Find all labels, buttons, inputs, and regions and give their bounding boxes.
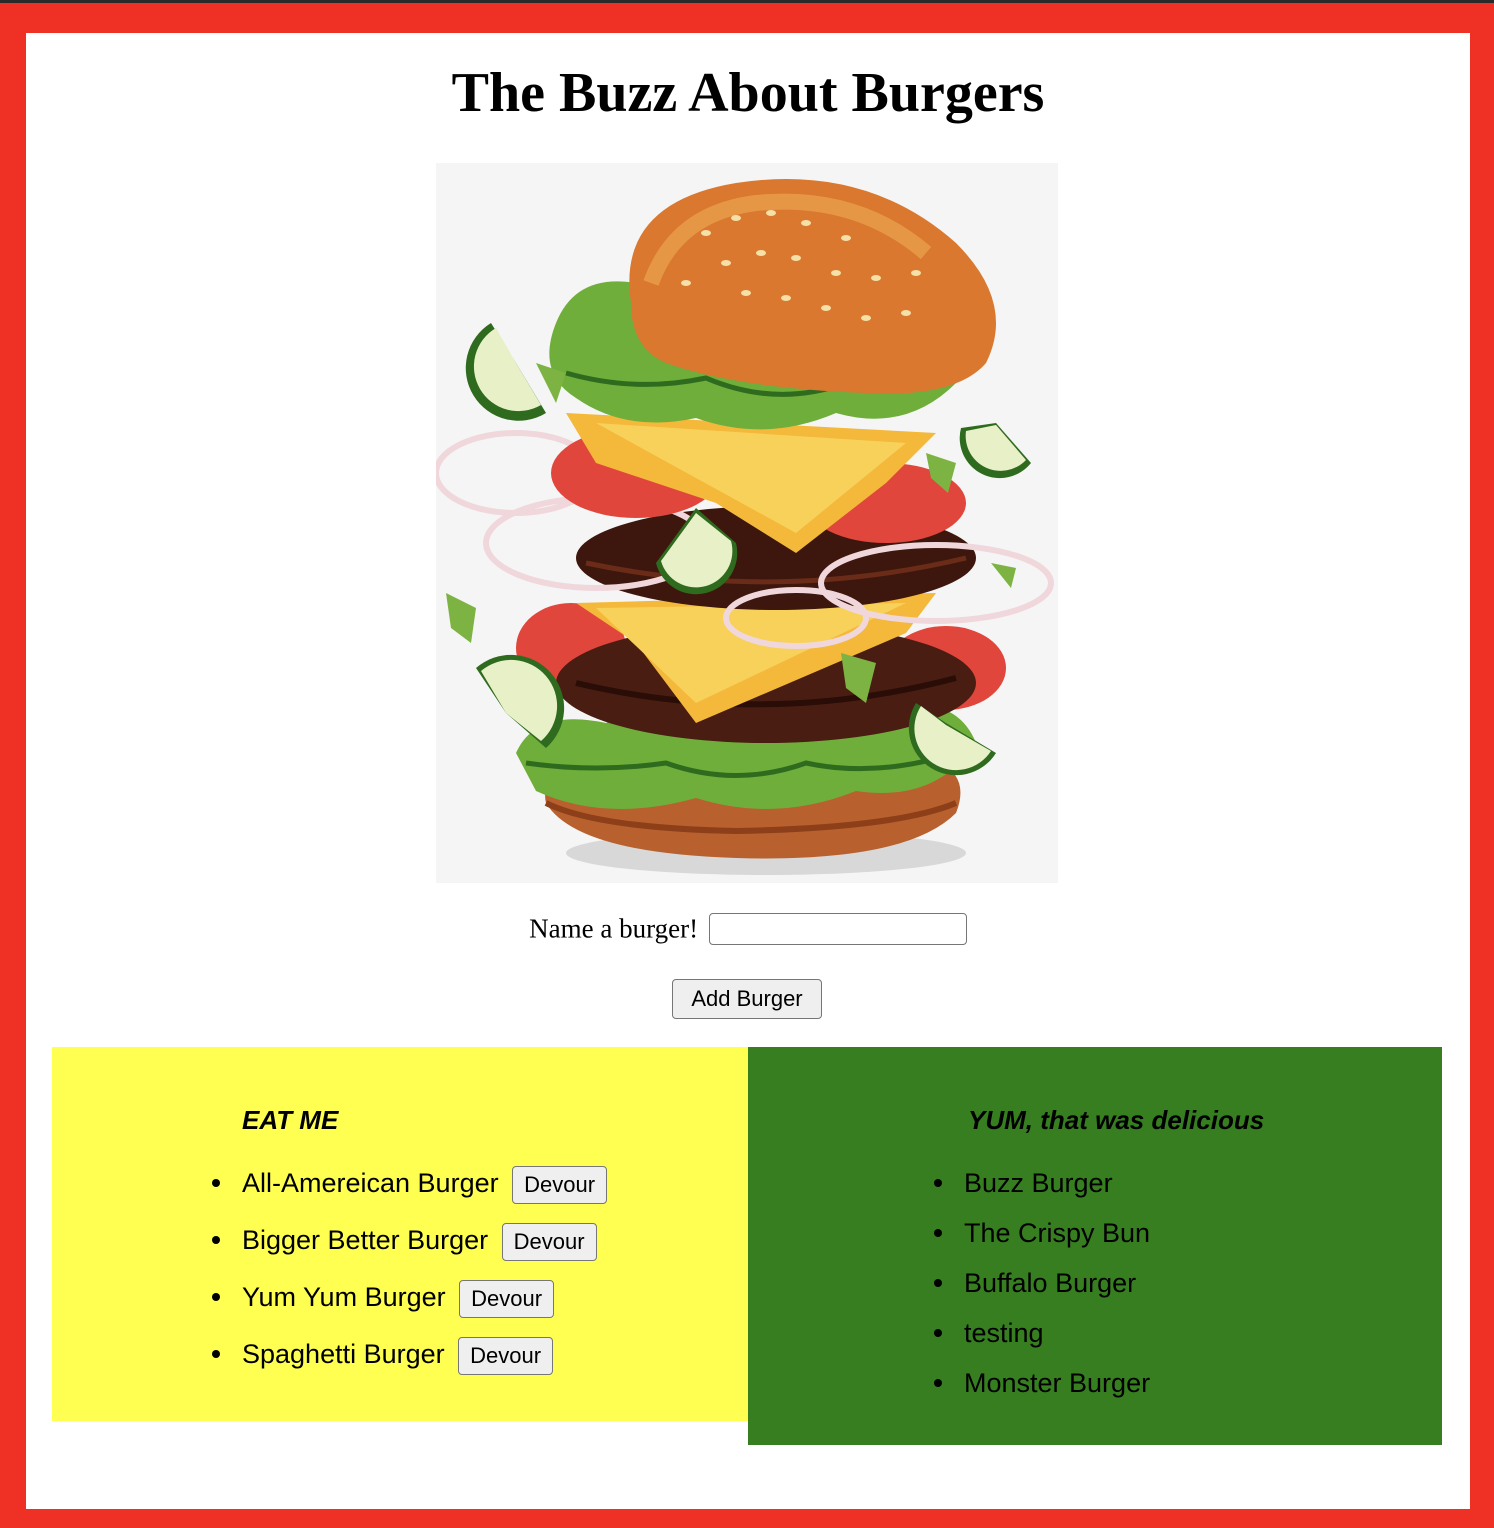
list-item: Spaghetti Burger Devour bbox=[212, 1334, 607, 1391]
burger-name: Yum Yum Burger bbox=[242, 1282, 446, 1312]
page-title: The Buzz About Burgers bbox=[451, 62, 1045, 124]
burger-form: Name a burger! bbox=[26, 911, 1470, 945]
devour-button[interactable]: Devour bbox=[458, 1336, 554, 1375]
burger-name: Buzz Burger bbox=[964, 1168, 1113, 1198]
devoured-panel: YUM, that was delicious Buzz Burger The … bbox=[748, 1047, 1442, 1445]
bullet-icon bbox=[212, 1293, 220, 1301]
burger-image bbox=[436, 179, 1054, 875]
list-item: All-Amereican Burger Devour bbox=[212, 1163, 608, 1220]
page-container: The Buzz About Burgers Name a burger! Ad… bbox=[26, 33, 1470, 1509]
bullet-icon bbox=[212, 1350, 220, 1358]
devour-button[interactable]: Devour bbox=[459, 1279, 555, 1318]
burger-name: All-Amereican Burger bbox=[242, 1168, 499, 1198]
burger-name: testing bbox=[964, 1318, 1044, 1348]
burger-name-input[interactable] bbox=[708, 912, 967, 945]
list-item: Yum Yum Burger Devour bbox=[212, 1277, 607, 1334]
bullet-icon bbox=[934, 1179, 942, 1187]
add-burger-button[interactable]: Add Burger bbox=[672, 979, 822, 1019]
devour-button[interactable]: Devour bbox=[501, 1222, 597, 1261]
list-item: testing bbox=[934, 1313, 1150, 1363]
bullet-icon bbox=[212, 1179, 220, 1187]
bullet-icon bbox=[212, 1236, 220, 1244]
devoured-heading: YUM, that was delicious bbox=[968, 1105, 1265, 1135]
list-item: Monster Burger bbox=[934, 1363, 1150, 1413]
bullet-icon bbox=[934, 1329, 942, 1337]
burger-name: Monster Burger bbox=[964, 1368, 1151, 1398]
list-item: Bigger Better Burger Devour bbox=[212, 1220, 607, 1277]
burger-name-label: Name a burger! bbox=[529, 913, 699, 944]
burger-name: Buffalo Burger bbox=[964, 1268, 1137, 1298]
bullet-icon bbox=[934, 1279, 942, 1287]
browser-viewport: { "page": { "title": "The Buzz About Bur… bbox=[0, 0, 1494, 1528]
eat-me-heading: EAT ME bbox=[242, 1105, 339, 1135]
burger-name: Spaghetti Burger bbox=[242, 1339, 445, 1369]
burger-name: Bigger Better Burger bbox=[242, 1225, 489, 1255]
list-item: The Crispy Bun bbox=[934, 1213, 1150, 1263]
eat-me-panel: EAT ME All-Amereican Burger Devour Bigge… bbox=[52, 1047, 748, 1421]
devour-button[interactable]: Devour bbox=[512, 1165, 608, 1204]
burger-name: The Crispy Bun bbox=[964, 1218, 1151, 1248]
list-item: Buzz Burger bbox=[934, 1163, 1150, 1213]
list-item: Buffalo Burger bbox=[934, 1263, 1150, 1313]
devoured-burger-list: Buzz Burger The Crispy Bun Buffalo Burge… bbox=[934, 1163, 1150, 1413]
bullet-icon bbox=[934, 1379, 942, 1387]
uneaten-burger-list: All-Amereican Burger Devour Bigger Bette… bbox=[212, 1163, 608, 1391]
bullet-icon bbox=[934, 1229, 942, 1237]
burger-illustration bbox=[436, 163, 1058, 883]
